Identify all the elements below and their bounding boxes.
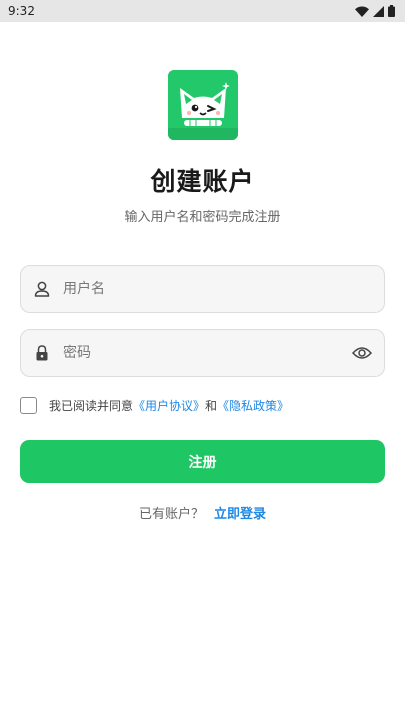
agreement-checkbox[interactable] (20, 396, 37, 414)
signal-icon (373, 5, 384, 17)
status-bar: 9:32 (0, 0, 405, 22)
status-icons (355, 5, 395, 17)
user-icon (21, 280, 63, 298)
agreement-prefix: 我已阅读并同意 (49, 398, 134, 413)
page-subtitle: 输入用户名和密码完成注册 (124, 210, 281, 225)
username-field[interactable] (20, 265, 385, 313)
status-time: 9:32 (8, 4, 35, 18)
agreement-conjunction: 和 (205, 398, 218, 413)
password-field[interactable] (20, 329, 385, 377)
cat-logo-icon (168, 70, 238, 140)
lock-icon (21, 344, 63, 362)
login-link[interactable]: 立即登录 (214, 503, 266, 522)
wifi-icon (355, 6, 369, 17)
register-button[interactable]: 注册 (20, 440, 385, 483)
user-agreement-link[interactable]: 《用户协议》 (133, 397, 205, 414)
login-prompt-text: 已有账户？ (138, 507, 204, 522)
username-input[interactable] (63, 266, 384, 312)
eye-icon[interactable] (340, 346, 384, 360)
page-title: 创建账户 (150, 167, 255, 196)
login-prompt: 已有账户？ 立即登录 (0, 503, 405, 522)
password-input[interactable] (63, 330, 340, 376)
agreement-row: 我已阅读并同意 《用户协议》 和 《隐私政策》 (20, 395, 289, 415)
battery-icon (388, 5, 395, 17)
privacy-policy-link[interactable]: 《隐私政策》 (217, 397, 289, 414)
